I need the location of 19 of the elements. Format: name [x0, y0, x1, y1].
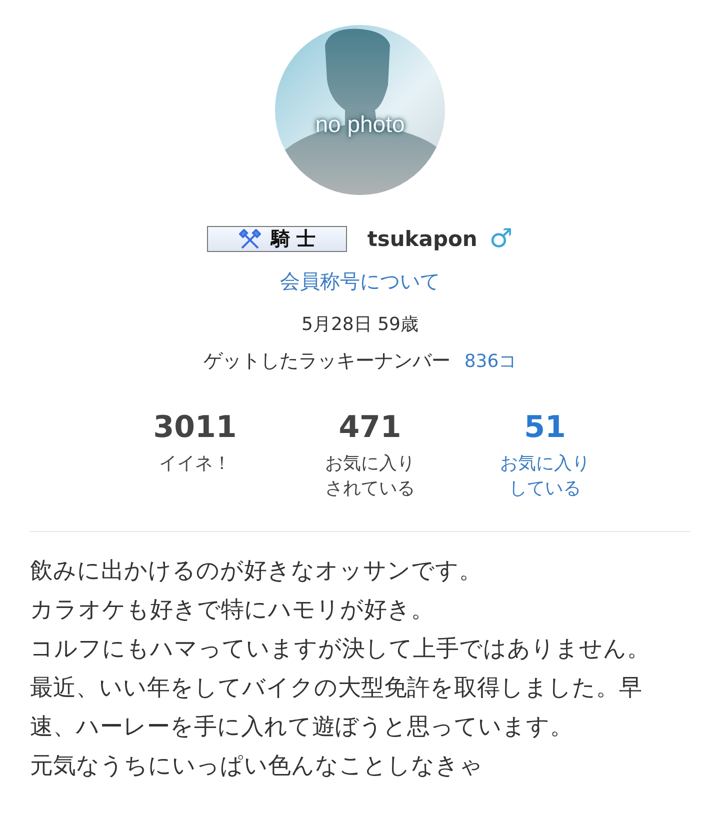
gender-symbol: ♂ — [489, 224, 513, 254]
crossed-axes-icon — [239, 229, 261, 249]
stat-value[interactable]: 51 — [524, 410, 566, 445]
username: tsukapon — [367, 227, 478, 251]
bio-text: コルフにもハマっていますが決して上手ではありません。 — [30, 635, 651, 664]
member-title-link[interactable]: 会員称号について — [280, 268, 440, 295]
lucky-number-count[interactable]: 836コ — [464, 349, 517, 373]
stat-label: イイネ！ — [158, 452, 232, 476]
bio-text: カラオケも好きで特にハモリが好き。 — [30, 596, 435, 625]
stat-label: お気に入りされている — [324, 452, 416, 501]
lucky-number-label: ゲットしたラッキーナンバー — [203, 349, 450, 374]
rank-title: 騎 士 — [271, 227, 316, 252]
stat-value: 3011 — [153, 410, 237, 445]
bio-text: 飲みに出かけるのが好きなオッサンです。 — [30, 557, 483, 586]
stat-value: 471 — [338, 410, 402, 445]
birthday-age: 5月28日 59歳 — [302, 313, 418, 336]
stat-label[interactable]: お気に入りしている — [497, 451, 593, 501]
bio-text: 最近、いい年をしてバイクの大型免許を取得しました。早速、ハーレーを手に入れて遊ぼうと思っています。 — [30, 674, 643, 742]
bio-text: 元気なうちにいっぱい色んなことしなきゃ — [30, 752, 484, 781]
